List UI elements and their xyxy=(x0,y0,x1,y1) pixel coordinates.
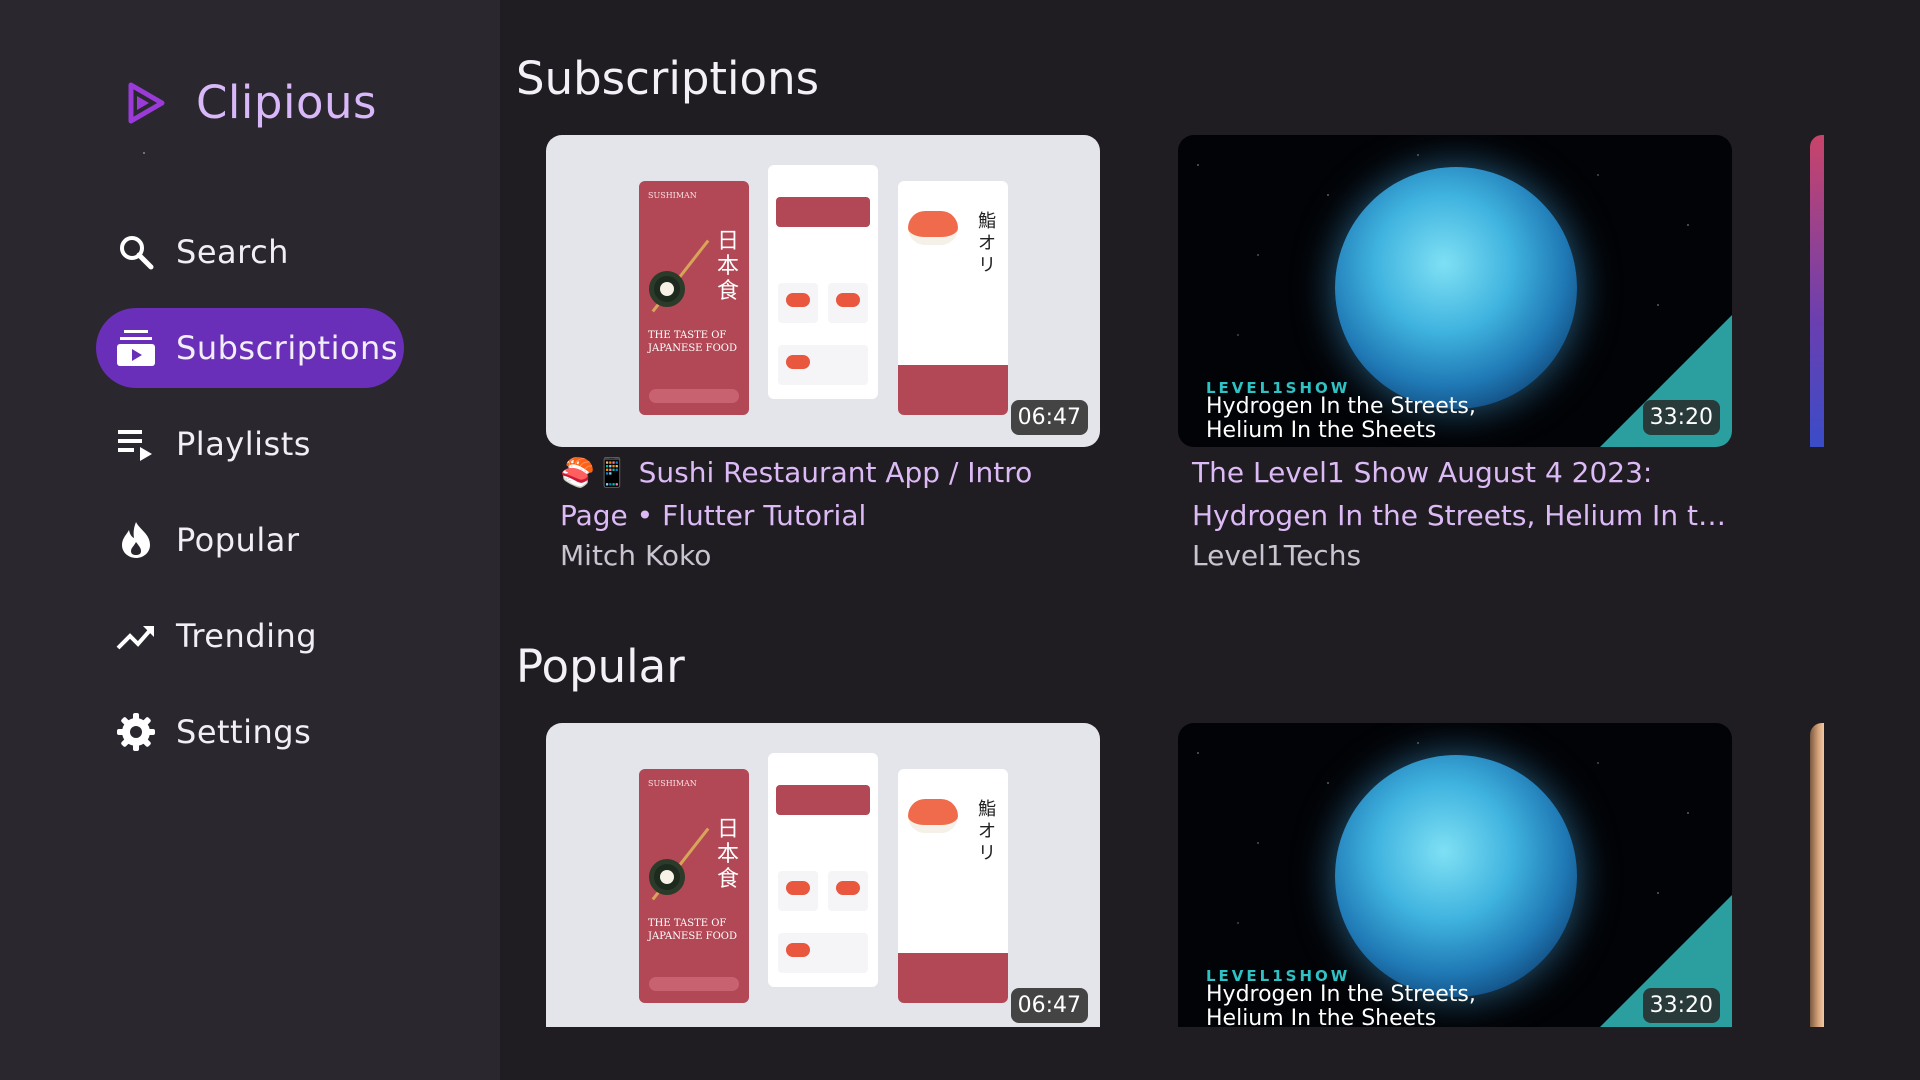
video-thumbnail-peek[interactable] xyxy=(1810,723,1824,1027)
sidebar-item-search[interactable]: Search xyxy=(96,212,404,292)
phone-mockup: SUSHIMAN 日本食 THE TASTE OF JAPANESE FOOD xyxy=(639,769,749,1003)
sidebar-item-label: Playlists xyxy=(176,425,311,463)
video-thumbnail[interactable]: LEVEL1SHOW Hydrogen In the Streets, Heli… xyxy=(1178,135,1732,447)
fire-icon xyxy=(116,520,156,560)
sidebar-item-playlists[interactable]: Playlists xyxy=(96,404,404,484)
video-title-line2: Hydrogen In the Streets, Helium In the… xyxy=(1192,499,1732,532)
sidebar-item-settings[interactable]: Settings xyxy=(96,692,404,772)
sushi-image xyxy=(908,799,958,833)
dish-card xyxy=(828,871,868,911)
planet-image xyxy=(1335,167,1577,409)
detail-bar xyxy=(898,365,1008,415)
sidebar-item-label: Trending xyxy=(176,617,318,655)
detail-japanese-text: 鮨オリ xyxy=(978,799,996,864)
sidebar: Clipious Search Subscriptions Playlists xyxy=(0,0,500,1080)
main-content: Subscriptions SUSHIMAN 日本食 THE TASTE OF … xyxy=(500,0,1920,1080)
promo-banner xyxy=(776,785,870,815)
video-title[interactable]: 🍣📱 Sushi Restaurant App / Intro Page • F… xyxy=(546,451,1100,537)
search-icon xyxy=(116,232,156,272)
video-channel[interactable]: Level1Techs xyxy=(1178,539,1732,572)
video-title-line2: Page • Flutter Tutorial xyxy=(560,499,867,532)
app-title: Clipious xyxy=(196,76,377,129)
phone-mockup: SUSHIMAN 日本食 THE TASTE OF JAPANESE FOOD xyxy=(639,181,749,415)
thumbnail-caption-line2: Helium In the Sheets xyxy=(1206,418,1437,443)
dish-card xyxy=(778,933,868,973)
tagline-line2: JAPANESE FOOD xyxy=(648,343,737,354)
dish-card xyxy=(778,283,818,323)
video-title-line1: 🍣📱 Sushi Restaurant App / Intro xyxy=(560,456,1033,489)
sidebar-item-popular[interactable]: Popular xyxy=(96,500,404,580)
section-title-subscriptions: Subscriptions xyxy=(516,52,820,105)
thumbnail-brand: SUSHIMAN xyxy=(648,191,697,200)
sidebar-item-label: Popular xyxy=(176,521,300,559)
video-title-line1: The Level1 Show August 4 2023: xyxy=(1192,456,1653,489)
sushi-image xyxy=(908,211,958,245)
video-thumbnail[interactable]: SUSHIMAN 日本食 THE TASTE OF JAPANESE FOOD … xyxy=(546,723,1100,1027)
thumbnail-brand: SUSHIMAN xyxy=(648,779,697,788)
sidebar-item-label: Subscriptions xyxy=(176,329,398,367)
sidebar-item-subscriptions[interactable]: Subscriptions xyxy=(96,308,404,388)
phone-mockup: 鮨オリ xyxy=(898,769,1008,1003)
thumbnail-tagline: THE TASTE OF JAPANESE FOOD xyxy=(648,917,737,943)
video-duration: 33:20 xyxy=(1642,988,1720,1023)
get-started-pill xyxy=(649,977,739,991)
trending-icon xyxy=(116,616,156,656)
promo-banner xyxy=(776,197,870,227)
playlist-icon xyxy=(116,424,156,464)
planet-image xyxy=(1335,755,1577,997)
video-thumbnail[interactable]: SUSHIMAN 日本食 THE TASTE OF JAPANESE FOOD … xyxy=(546,135,1100,447)
video-card[interactable]: SUSHIMAN 日本食 THE TASTE OF JAPANESE FOOD … xyxy=(546,135,1100,572)
decorative-dot xyxy=(143,152,145,154)
sidebar-item-label: Search xyxy=(176,233,289,271)
gear-icon xyxy=(116,712,156,752)
video-thumbnail[interactable]: LEVEL1SHOW Hydrogen In the Streets, Heli… xyxy=(1178,723,1732,1027)
detail-japanese-text: 鮨オリ xyxy=(978,211,996,276)
video-duration: 33:20 xyxy=(1642,400,1720,435)
dish-card xyxy=(778,345,868,385)
sidebar-item-trending[interactable]: Trending xyxy=(96,596,404,676)
detail-bar xyxy=(898,953,1008,1003)
video-card[interactable]: SUSHIMAN 日本食 THE TASTE OF JAPANESE FOOD … xyxy=(546,723,1100,1027)
thumbnail-caption-line2: Helium In the Sheets xyxy=(1206,1006,1437,1028)
thumbnail-caption-line1: Hydrogen In the Streets, xyxy=(1206,982,1476,1007)
video-thumbnail-peek[interactable] xyxy=(1810,135,1824,447)
thumbnail-japanese-text: 日本食 xyxy=(717,817,740,892)
sidebar-item-label: Settings xyxy=(176,713,312,751)
phone-mockup xyxy=(768,165,878,399)
video-duration: 06:47 xyxy=(1010,400,1088,435)
dish-card xyxy=(828,283,868,323)
subscriptions-icon xyxy=(116,328,156,368)
section-title-popular: Popular xyxy=(516,640,685,693)
thumbnail-caption-line1: Hydrogen In the Streets, xyxy=(1206,394,1476,419)
tagline-line2: JAPANESE FOOD xyxy=(648,931,737,942)
video-title[interactable]: The Level1 Show August 4 2023: Hydrogen … xyxy=(1178,451,1732,537)
tagline-line1: THE TASTE OF xyxy=(648,330,727,341)
video-card[interactable]: LEVEL1SHOW Hydrogen In the Streets, Heli… xyxy=(1178,135,1732,572)
sushi-roll xyxy=(649,271,685,307)
video-channel[interactable]: Mitch Koko xyxy=(546,539,1100,572)
get-started-pill xyxy=(649,389,739,403)
app-brand: Clipious xyxy=(124,76,377,129)
dish-card xyxy=(778,871,818,911)
phone-mockup xyxy=(768,753,878,987)
tagline-line1: THE TASTE OF xyxy=(648,918,727,929)
video-duration: 06:47 xyxy=(1010,988,1088,1023)
sushi-roll xyxy=(649,859,685,895)
thumbnail-tagline: THE TASTE OF JAPANESE FOOD xyxy=(648,329,737,355)
play-logo-icon xyxy=(124,81,168,125)
sidebar-nav: Search Subscriptions Playlists Popular T… xyxy=(96,212,404,788)
video-card[interactable]: LEVEL1SHOW Hydrogen In the Streets, Heli… xyxy=(1178,723,1732,1027)
phone-mockup: 鮨オリ xyxy=(898,181,1008,415)
thumbnail-japanese-text: 日本食 xyxy=(717,229,740,304)
